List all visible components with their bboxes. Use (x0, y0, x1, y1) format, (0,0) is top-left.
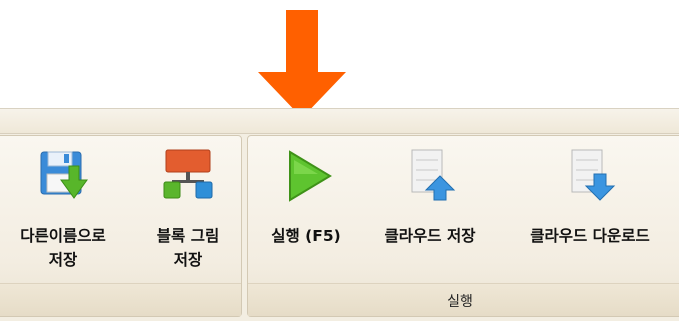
run-group-footer: 실행 (248, 283, 679, 316)
file-group-footer (0, 283, 241, 316)
down-arrow-icon (258, 10, 346, 118)
save-as-button[interactable]: 다른이름으로 저장 (1, 146, 125, 276)
run-group-label: 실행 (447, 294, 473, 310)
ribbon-toolbar: 다른이름으로 저장 블록 그림 저장 실행 (F5) 클라우드 저장 클라우드 … (0, 108, 679, 321)
play-icon (289, 150, 332, 202)
block-diagram-label-line1: 블록 그림 (156, 227, 220, 245)
run-button[interactable]: 실행 (F5) (254, 146, 358, 276)
cloud-download-icon (571, 149, 616, 201)
save-as-label-line1: 다른이름으로 (20, 227, 106, 245)
file-group: 다른이름으로 저장 블록 그림 저장 (0, 135, 242, 317)
cloud-download-button[interactable]: 클라우드 다운로드 (506, 146, 674, 276)
block-diagram-label-line2: 저장 (173, 251, 203, 269)
run-label: 실행 (F5) (271, 227, 341, 245)
block-diagram-icon (163, 149, 213, 199)
cloud-download-label: 클라우드 다운로드 (530, 227, 650, 245)
save-as-label-line2: 저장 (48, 251, 78, 269)
ribbon-top-strip (0, 109, 679, 134)
cloud-upload-icon (411, 149, 456, 201)
cloud-save-label: 클라우드 저장 (384, 227, 476, 245)
save-as-icon (40, 151, 88, 199)
run-group: 실행 (F5) 클라우드 저장 클라우드 다운로드 실행 (247, 135, 679, 317)
save-block-diagram-button[interactable]: 블록 그림 저장 (141, 146, 235, 276)
cloud-save-button[interactable]: 클라우드 저장 (364, 146, 496, 276)
